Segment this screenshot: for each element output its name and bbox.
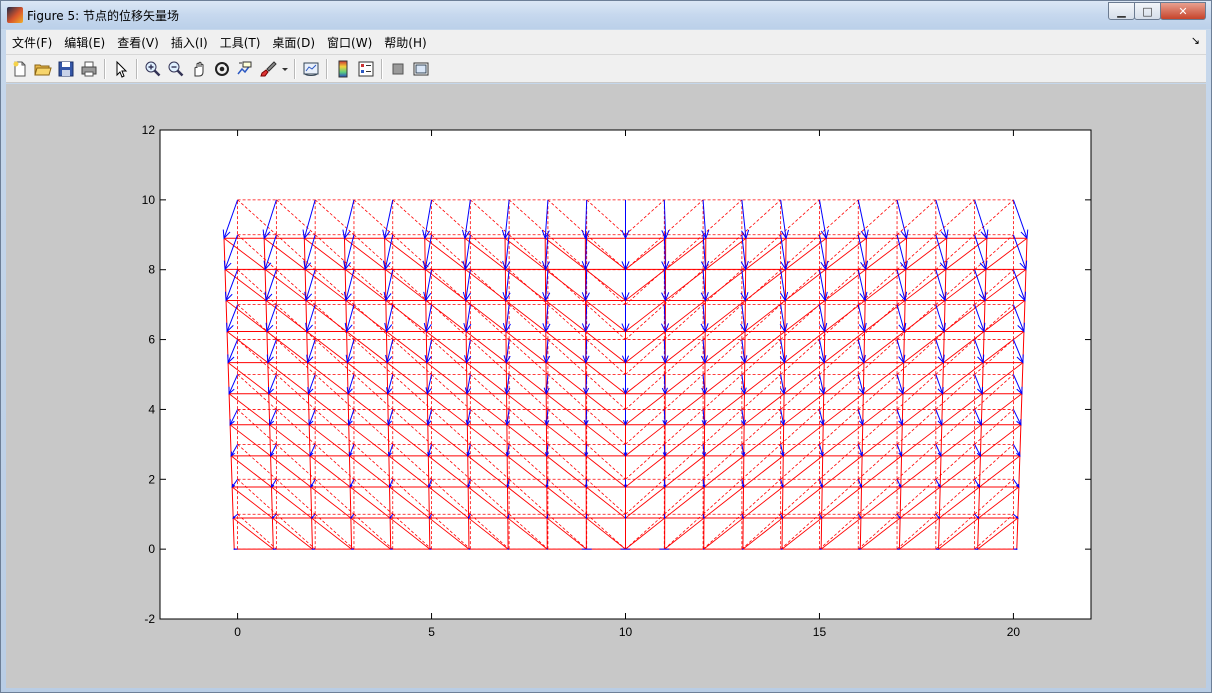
dock-arrow-icon[interactable]: ↘ [1191, 34, 1200, 47]
y-tick-label: 4 [148, 402, 155, 416]
y-tick-label: 8 [148, 263, 155, 277]
colorbar-icon[interactable] [332, 58, 354, 80]
figure-window: Figure 5: 节点的位移矢量场 ▁ □ ✕ 文件(F) 编辑(E) 查看(… [0, 0, 1212, 693]
menu-edit[interactable]: 编辑(E) [58, 34, 111, 51]
y-tick-label: 10 [142, 193, 156, 207]
x-tick-label: 15 [813, 625, 827, 639]
title-bar[interactable]: Figure 5: 节点的位移矢量场 ▁ □ ✕ [1, 1, 1211, 29]
arrow-head [898, 548, 901, 550]
y-tick-label: 6 [148, 333, 155, 347]
y-tick-label: 12 [142, 123, 156, 137]
x-tick-label: 5 [428, 625, 435, 639]
menu-bar: 文件(F) 编辑(E) 查看(V) 插入(I) 工具(T) 桌面(D) 窗口(W… [6, 30, 1206, 55]
figure-toolbar [6, 55, 1206, 83]
menu-insert[interactable]: 插入(I) [165, 34, 214, 51]
y-tick-label: -2 [144, 612, 155, 626]
arrow-head [976, 548, 979, 551]
x-tick-label: 10 [619, 625, 633, 639]
pointer-icon[interactable] [110, 58, 132, 80]
arrow-head [350, 548, 353, 550]
data-cursor-icon[interactable] [234, 58, 256, 80]
arrow-head [311, 548, 314, 550]
x-tick-label: 0 [234, 625, 241, 639]
menu-view[interactable]: 查看(V) [111, 34, 165, 51]
matlab-logo-icon [7, 7, 23, 23]
brush-dropdown-icon[interactable] [280, 58, 290, 80]
arrow-head [663, 516, 666, 520]
zoom-out-icon[interactable] [165, 58, 187, 80]
arrow-head [232, 548, 236, 551]
rotate-3d-icon[interactable] [211, 58, 233, 80]
toolbar-separator [136, 58, 137, 79]
toolbar-separator [294, 58, 295, 79]
brush-icon[interactable] [257, 58, 279, 80]
show-plot-tools-icon[interactable] [410, 58, 432, 80]
menu-file[interactable]: 文件(F) [6, 34, 58, 51]
new-figure-icon[interactable] [9, 58, 31, 80]
window-title: Figure 5: 节点的位移矢量场 [27, 9, 179, 23]
maximize-button[interactable]: □ [1134, 2, 1161, 20]
toolbar-separator [381, 58, 382, 79]
arrow-head [585, 516, 588, 520]
menu-help[interactable]: 帮助(H) [378, 34, 432, 51]
legend-icon[interactable] [355, 58, 377, 80]
arrow-head [389, 548, 392, 550]
figure-canvas: 0 5 10 15 20 -2 0 2 4 6 8 10 12 [6, 84, 1206, 688]
arrow-head [272, 548, 275, 551]
arrow-head [937, 548, 940, 550]
y-tick-label: 0 [148, 542, 155, 556]
toolbar-separator [326, 58, 327, 79]
menu-tools[interactable]: 工具(T) [214, 34, 267, 51]
hide-plot-tools-icon[interactable] [387, 58, 409, 80]
pan-icon[interactable] [188, 58, 210, 80]
save-icon[interactable] [55, 58, 77, 80]
displacement-vector-plot[interactable]: 0 5 10 15 20 -2 0 2 4 6 8 10 12 [6, 84, 1206, 688]
x-tick-label: 20 [1007, 625, 1021, 639]
arrow-head [624, 516, 627, 520]
close-button[interactable]: ✕ [1160, 2, 1206, 20]
menu-desktop[interactable]: 桌面(D) [266, 34, 321, 51]
arrow-head [859, 548, 862, 550]
y-tick-label: 2 [148, 472, 155, 486]
link-plot-icon[interactable] [300, 58, 322, 80]
zoom-in-icon[interactable] [142, 58, 164, 80]
arrow-head [1015, 548, 1019, 551]
arrow-head [702, 516, 705, 520]
print-icon[interactable] [78, 58, 100, 80]
menu-window[interactable]: 窗口(W) [321, 34, 378, 51]
toolbar-separator [104, 58, 105, 79]
minimize-button[interactable]: ▁ [1108, 2, 1135, 20]
arrow-head [546, 516, 549, 520]
open-file-icon[interactable] [32, 58, 54, 80]
